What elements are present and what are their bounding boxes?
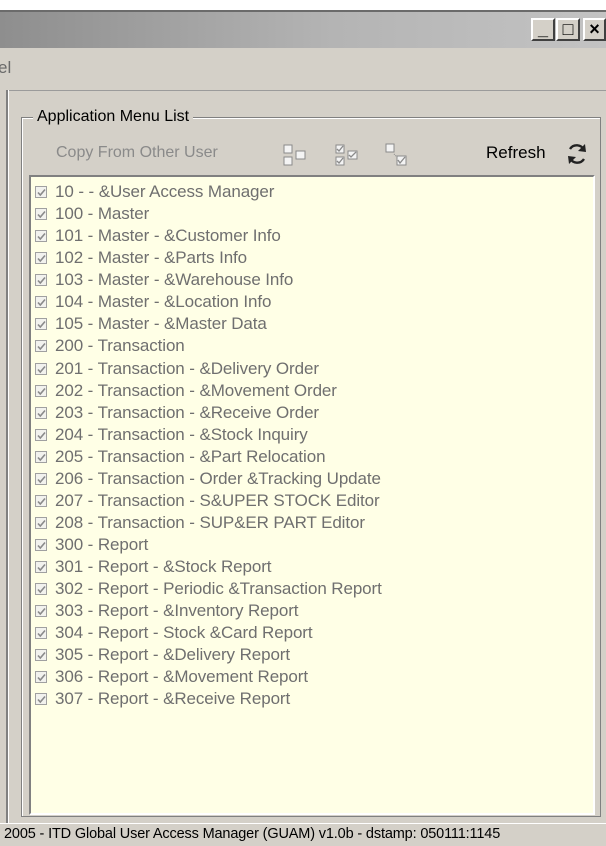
list-item-label: 205 - Transaction - &Part Relocation — [55, 446, 326, 466]
list-item-label: 100 - Master — [55, 204, 150, 224]
list-item-label: 206 - Transaction - Order &Tracking Upda… — [55, 468, 381, 488]
list-item-label: 105 - Master - &Master Data — [55, 314, 267, 334]
list-item-label: 300 - Report — [55, 535, 149, 555]
checkbox[interactable] — [35, 583, 47, 596]
checkbox[interactable] — [35, 671, 47, 684]
list-item[interactable]: 303 - Report - &Inventory Report — [35, 600, 593, 622]
list-item[interactable]: 204 - Transaction - &Stock Inquiry — [35, 424, 593, 446]
checkbox[interactable] — [35, 539, 47, 552]
list-item-label: 104 - Master - &Location Info — [55, 292, 272, 312]
list-item[interactable]: 100 - Master — [35, 203, 593, 225]
list-item-label: 204 - Transaction - &Stock Inquiry — [55, 424, 308, 444]
list-item-label: 301 - Report - &Stock Report — [55, 557, 272, 577]
checkbox[interactable] — [35, 450, 47, 463]
checkbox[interactable] — [35, 472, 47, 485]
checkbox[interactable] — [35, 384, 47, 397]
invert-selection-icon[interactable] — [383, 141, 411, 169]
list-item[interactable]: 305 - Report - &Delivery Report — [35, 644, 593, 666]
list-item[interactable]: 201 - Transaction - &Delivery Order — [35, 358, 593, 380]
refresh-icon[interactable] — [564, 141, 590, 167]
list-item[interactable]: 200 - Transaction — [35, 335, 593, 357]
list-item[interactable]: 304 - Report - Stock &Card Report — [35, 622, 593, 644]
list-item[interactable]: 104 - Master - &Location Info — [35, 291, 593, 313]
refresh-button[interactable]: Refresh — [486, 143, 546, 163]
checkbox[interactable] — [35, 274, 47, 287]
application-menu-checklist[interactable]: 10 - - &User Access Manager 100 - Master 1… — [29, 175, 595, 815]
checkbox[interactable] — [35, 561, 47, 574]
list-item-label: 307 - Report - &Receive Report — [55, 689, 291, 709]
list-item[interactable]: 301 - Report - &Stock Report — [35, 556, 593, 578]
maximize-button[interactable]: □ — [556, 18, 580, 41]
list-item[interactable]: 302 - Report - Periodic &Transaction Rep… — [35, 578, 593, 600]
list-item[interactable]: 206 - Transaction - Order &Tracking Upda… — [35, 468, 593, 490]
list-item-label: 103 - Master - &Warehouse Info — [55, 270, 294, 290]
copy-from-other-user-button[interactable]: Copy From Other User — [56, 144, 218, 162]
list-item[interactable]: 105 - Master - &Master Data — [35, 313, 593, 335]
groupbox-title: Application Menu List — [33, 108, 194, 126]
checkbox[interactable] — [35, 627, 47, 640]
list-item[interactable]: 207 - Transaction - S&UPER STOCK Editor — [35, 490, 593, 512]
list-item[interactable]: 202 - Transaction - &Movement Order — [35, 380, 593, 402]
menu-bar: el — [0, 48, 606, 91]
list-item[interactable]: 307 - Report - &Receive Report — [35, 688, 593, 710]
checkbox[interactable] — [35, 186, 47, 199]
list-item[interactable]: 205 - Transaction - &Part Relocation — [35, 446, 593, 468]
list-item-label: 304 - Report - Stock &Card Report — [55, 623, 313, 643]
list-item[interactable]: 203 - Transaction - &Receive Order — [35, 402, 593, 424]
status-text: 2005 - ITD Global User Access Manager (G… — [4, 826, 501, 842]
minimize-button[interactable]: _ — [531, 18, 555, 41]
list-item-label: 303 - Report - &Inventory Report — [55, 601, 299, 621]
checkbox[interactable] — [35, 605, 47, 618]
list-item-label: 10 - - &User Access Manager — [55, 182, 275, 202]
list-item[interactable]: 103 - Master - &Warehouse Info — [35, 269, 593, 291]
list-item-label: 102 - Master - &Parts Info — [55, 248, 248, 268]
list-item-label: 200 - Transaction — [55, 336, 185, 356]
menu-item-fragment[interactable]: el — [0, 58, 11, 78]
list-toolbar: Copy From Other User Refresh — [52, 141, 600, 171]
checkbox[interactable] — [35, 406, 47, 419]
list-item[interactable]: 300 - Report — [35, 534, 593, 556]
select-all-icon[interactable] — [333, 141, 361, 169]
unselect-all-icon[interactable] — [281, 141, 309, 169]
checkbox[interactable] — [35, 494, 47, 507]
list-item[interactable]: 306 - Report - &Movement Report — [35, 666, 593, 688]
checkbox[interactable] — [35, 252, 47, 265]
close-button[interactable]: × — [583, 18, 606, 41]
checkbox[interactable] — [35, 208, 47, 221]
left-panel-edge — [0, 90, 9, 823]
checkbox[interactable] — [35, 428, 47, 441]
list-item-label: 201 - Transaction - &Delivery Order — [55, 358, 319, 378]
list-item-label: 203 - Transaction - &Receive Order — [55, 402, 319, 422]
title-bar[interactable]: _ □ × — [0, 10, 606, 48]
checkbox[interactable] — [35, 362, 47, 375]
list-item-label: 207 - Transaction - S&UPER STOCK Editor — [55, 490, 380, 510]
list-item-label: 302 - Report - Periodic &Transaction Rep… — [55, 579, 382, 599]
list-item-label: 305 - Report - &Delivery Report — [55, 645, 290, 665]
list-item[interactable]: 208 - Transaction - SUP&ER PART Editor — [35, 512, 593, 534]
list-item[interactable]: 101 - Master - &Customer Info — [35, 225, 593, 247]
list-item-label: 101 - Master - &Customer Info — [55, 226, 281, 246]
checkbox[interactable] — [35, 318, 47, 331]
list-item-label: 208 - Transaction - SUP&ER PART Editor — [55, 512, 365, 532]
list-item-label: 202 - Transaction - &Movement Order — [55, 380, 337, 400]
checkbox[interactable] — [35, 516, 47, 529]
list-item[interactable]: 10 - - &User Access Manager — [35, 181, 593, 203]
checkbox[interactable] — [35, 649, 47, 662]
checkbox[interactable] — [35, 296, 47, 309]
checkbox[interactable] — [35, 230, 47, 243]
menu-item-list: 10 - - &User Access Manager 100 - Master 1… — [31, 177, 593, 711]
list-item-label: 306 - Report - &Movement Report — [55, 667, 308, 687]
list-item[interactable]: 102 - Master - &Parts Info — [35, 247, 593, 269]
status-bar: 2005 - ITD Global User Access Manager (G… — [0, 823, 606, 846]
checkbox[interactable] — [35, 693, 47, 706]
checkbox[interactable] — [35, 340, 47, 353]
window-top-edge — [0, 0, 606, 10]
